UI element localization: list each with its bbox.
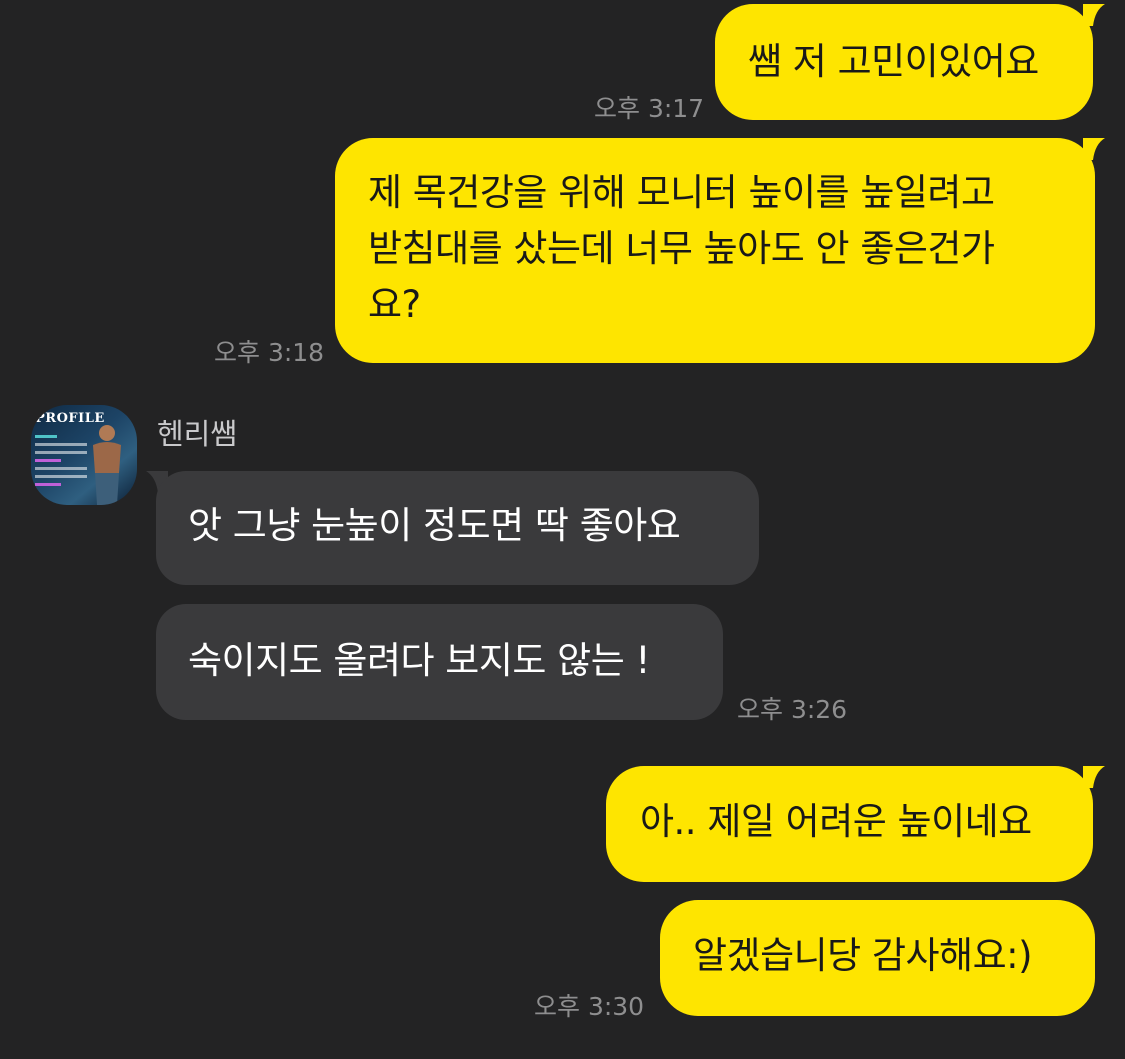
message-timestamp: 오후 3:26 [737, 695, 848, 724]
incoming-message-bubble[interactable]: 숙이지도 올려다 보지도 않는 ! [156, 604, 723, 720]
message-text: 알겠습니당 감사해요:) [693, 934, 1033, 977]
message-text: 쌤 저 고민이있어요 [748, 40, 1039, 83]
message-timestamp: 오후 3:18 [214, 338, 325, 367]
bubble-tail [1083, 138, 1105, 160]
outgoing-message-bubble[interactable]: 쌤 저 고민이있어요 [715, 4, 1093, 120]
partner-name: 헨리쌤 [157, 417, 238, 451]
avatar-decoration [35, 435, 87, 491]
message-text-line: 받침대를 샀는데 너무 높아도 안 좋은건가 [368, 227, 995, 270]
partner-avatar[interactable]: PROFILE [31, 405, 137, 505]
avatar-person-image [93, 425, 121, 505]
outgoing-message-bubble[interactable]: 알겠습니당 감사해요:) [660, 900, 1095, 1016]
message-text: 아.. 제일 어려운 높이네요 [640, 800, 1032, 843]
outgoing-message-bubble[interactable]: 제 목건강을 위해 모니터 높이를 높일려고 받침대를 샀는데 너무 높아도 안… [335, 138, 1095, 363]
message-timestamp: 오후 3:17 [594, 94, 705, 123]
bubble-tail [1083, 766, 1105, 788]
message-text: 앗 그냥 눈높이 정도면 딱 좋아요 [188, 504, 681, 547]
bubble-tail [1083, 4, 1105, 26]
incoming-message-bubble[interactable]: 앗 그냥 눈높이 정도면 딱 좋아요 [156, 471, 759, 585]
message-text-line: 요? [368, 283, 421, 326]
outgoing-message-bubble[interactable]: 아.. 제일 어려운 높이네요 [606, 766, 1093, 882]
message-timestamp: 오후 3:30 [534, 992, 645, 1021]
message-text: 숙이지도 올려다 보지도 않는 ! [188, 639, 650, 682]
message-text-line: 제 목건강을 위해 모니터 높이를 높일려고 [368, 171, 995, 214]
